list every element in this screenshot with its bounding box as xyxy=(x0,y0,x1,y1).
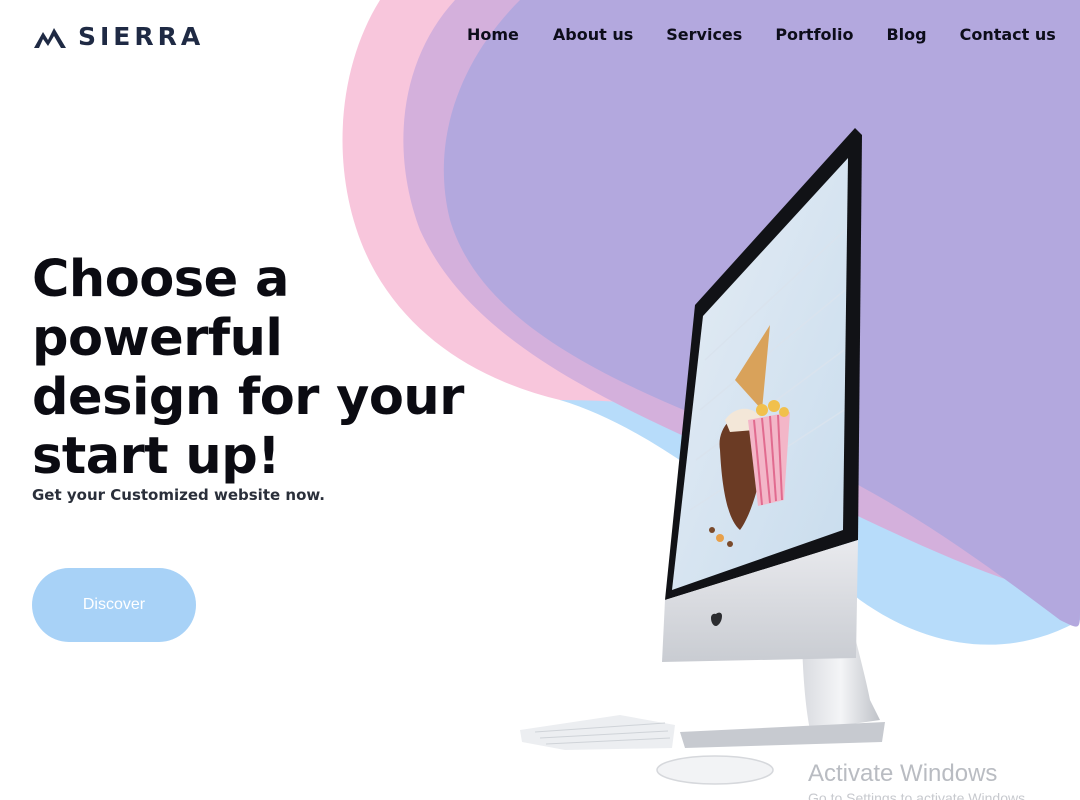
nav-blog[interactable]: Blog xyxy=(886,25,926,44)
main-nav: Home About us Services Portfolio Blog Co… xyxy=(467,25,1056,44)
hero-title-line-1: Choose a powerful xyxy=(32,250,289,368)
nav-about-us[interactable]: About us xyxy=(553,25,633,44)
brand-name: SIERRA xyxy=(78,22,205,51)
nav-portfolio[interactable]: Portfolio xyxy=(775,25,853,44)
hero-title: Choose a powerful design for your start … xyxy=(32,250,502,486)
imac-desktop-illustration xyxy=(520,128,885,785)
hero-title-line-2: design for your xyxy=(32,368,464,427)
nav-services[interactable]: Services xyxy=(666,25,742,44)
activate-windows-subtitle: Go to Settings to activate Windows. xyxy=(808,790,1029,800)
nav-home[interactable]: Home xyxy=(467,25,519,44)
nav-contact-us[interactable]: Contact us xyxy=(960,25,1056,44)
activate-windows-title: Activate Windows xyxy=(808,760,998,787)
hero-subtitle: Get your Customized website now. xyxy=(32,486,325,504)
mouse xyxy=(656,755,774,785)
mountain-logo-icon xyxy=(34,27,66,48)
brand-logo[interactable]: SIERRA xyxy=(32,22,204,51)
hero-title-line-3: start up! xyxy=(32,427,281,486)
keyboard xyxy=(520,715,675,750)
discover-button[interactable]: Discover xyxy=(32,568,196,642)
